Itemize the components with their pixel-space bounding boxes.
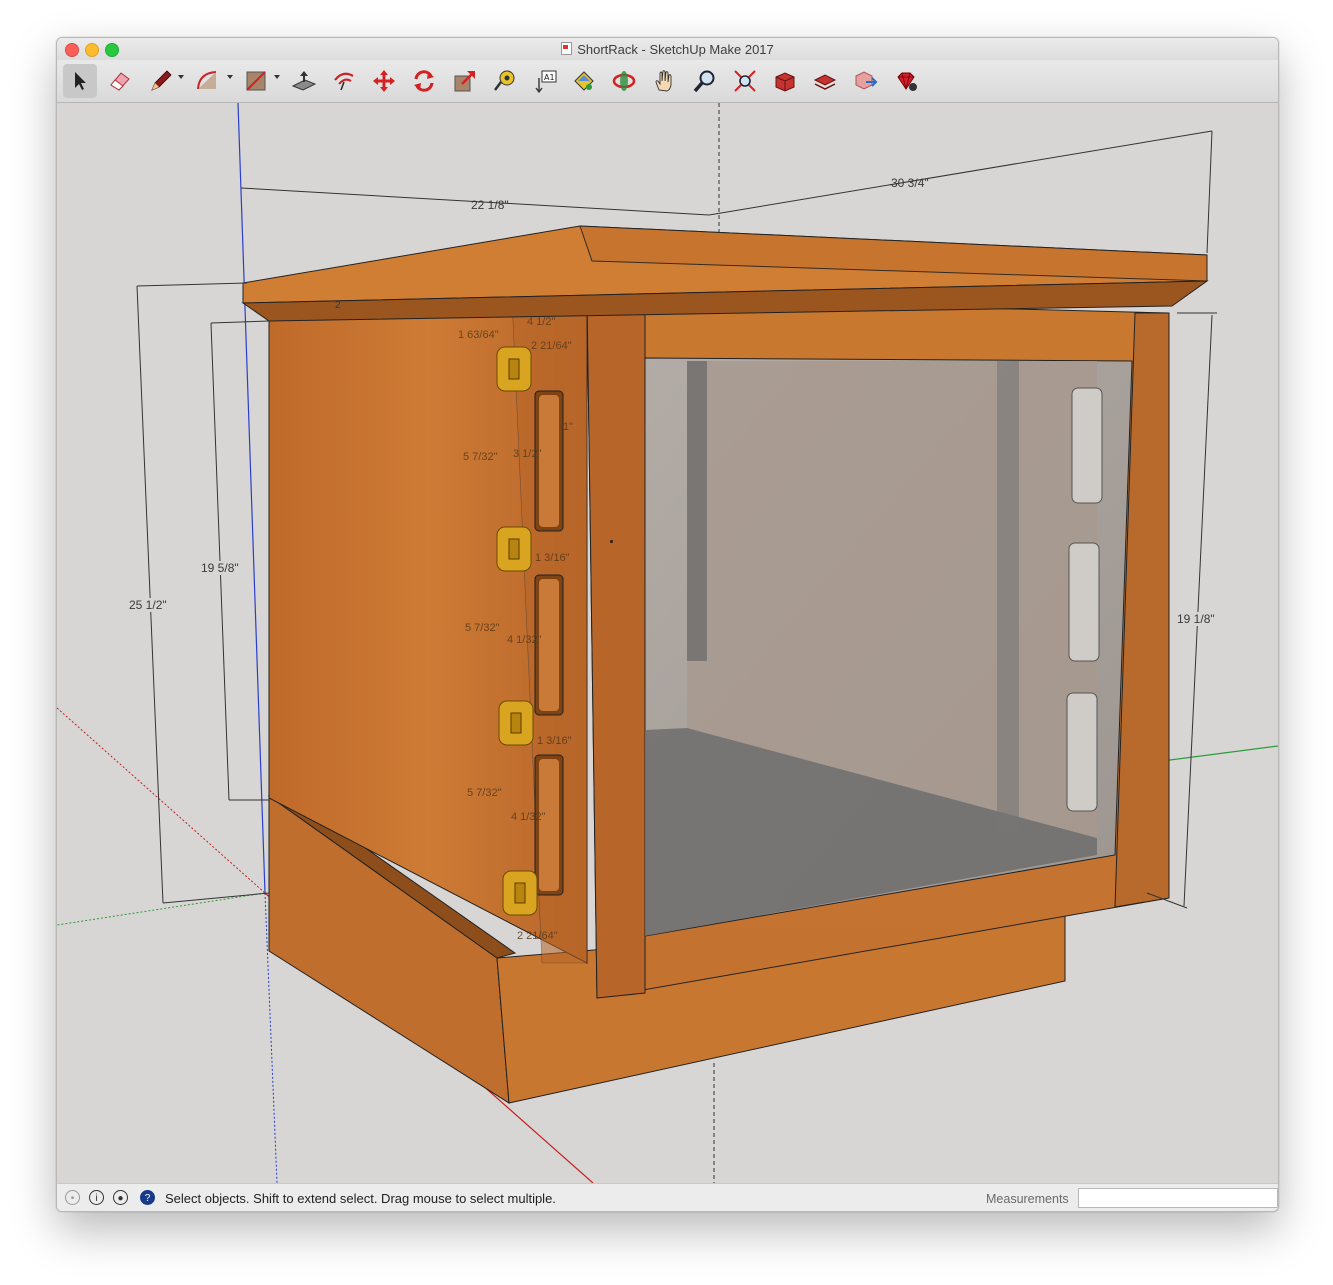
inner-dim-label: 1" (563, 421, 574, 433)
3d-warehouse-tool-button[interactable] (768, 64, 802, 98)
credits-icon[interactable]: i (89, 1190, 104, 1205)
user-account-icon[interactable]: ● (113, 1190, 128, 1205)
arc-tool-dropdown-caret[interactable] (227, 75, 233, 79)
ruby-gem-icon (897, 72, 917, 91)
paint-bucket-icon (574, 71, 594, 91)
rectangle-tool-dropdown-caret[interactable] (274, 75, 280, 79)
orbit-icon (612, 71, 636, 91)
arc-tool-button[interactable] (191, 64, 225, 98)
text-tool-button[interactable]: A1 (529, 64, 563, 98)
text-icon: A1 (535, 70, 557, 94)
status-message: Select objects. Shift to extend select. … (165, 1191, 556, 1206)
tape-measure-icon (494, 70, 515, 91)
inner-dim-label: 4 1/32" (511, 811, 546, 823)
large-tool-set-toolbar: A1 (57, 60, 1278, 103)
push-pull-tool-button[interactable] (287, 64, 321, 98)
scale-icon (454, 71, 475, 92)
measurements-label: Measurements (986, 1192, 1069, 1206)
rotate-tool-button[interactable] (407, 64, 441, 98)
inner-dim-label: 1 3/16" (535, 552, 570, 564)
warehouse-icon (775, 72, 795, 92)
sketchup-window: ShortRack - SketchUp Make 2017 A1 22 1/8… (56, 37, 1279, 1212)
inner-dim-label: 1 3/16" (537, 735, 572, 747)
dimension-total-height-label: 25 1/2" (128, 598, 168, 612)
scale-tool-button[interactable] (448, 64, 482, 98)
inner-dim-label: 5 7/32" (463, 451, 498, 463)
dimension-width-label: 30 3/4" (891, 176, 929, 190)
instructor-help-icon[interactable]: ? (140, 1190, 155, 1205)
pencil-icon (151, 70, 172, 91)
select-tool-button[interactable] (63, 64, 97, 98)
rectangle-tool-button[interactable] (239, 64, 273, 98)
geo-location-icon[interactable]: • (65, 1190, 80, 1205)
window-title: ShortRack - SketchUp Make 2017 (57, 42, 1278, 57)
move-tool-button[interactable] (367, 64, 401, 98)
pan-tool-button[interactable] (648, 64, 682, 98)
document-icon (561, 42, 573, 55)
offset-icon (334, 72, 354, 91)
inner-dim-label: 1 63/64" (458, 329, 499, 341)
paint-bucket-tool-button[interactable] (567, 64, 601, 98)
inner-dim-label: 5 7/32" (467, 787, 502, 799)
rotate-icon (414, 70, 434, 92)
push-pull-icon (291, 71, 317, 91)
dimension-front-height-label: 19 1/8" (1176, 612, 1216, 626)
arrow-icon (75, 72, 86, 90)
inner-dim-label: 3 1/2" (513, 448, 542, 460)
hand-icon (655, 70, 672, 92)
line-tool-button[interactable] (144, 64, 178, 98)
cursor-dot (610, 540, 613, 543)
zoom-extents-icon (734, 70, 756, 92)
zoom-tool-button[interactable] (688, 64, 722, 98)
line-tool-dropdown-caret[interactable] (178, 75, 184, 79)
inner-dim-label: 2 21/64" (531, 340, 572, 352)
share-model-tool-button[interactable] (849, 64, 883, 98)
rectangle-icon (246, 71, 266, 91)
model-viewport[interactable]: 22 1/8" 30 3/4" 25 1/2" 19 5/8" 19 1/8" … (57, 103, 1278, 1183)
offset-tool-button[interactable] (327, 64, 361, 98)
extension-manager-tool-button[interactable] (889, 64, 923, 98)
magnifier-icon (693, 70, 715, 93)
inner-dim-label: 4 1/32" (507, 634, 542, 646)
extension-warehouse-tool-button[interactable] (808, 64, 842, 98)
move-icon (373, 70, 395, 92)
tape-measure-tool-button[interactable] (488, 64, 522, 98)
dimension-side-height-label: 19 5/8" (200, 561, 240, 575)
measurements-input[interactable] (1078, 1188, 1278, 1208)
svg-text:A1: A1 (544, 73, 555, 82)
dimension-depth-label: 22 1/8" (471, 198, 509, 212)
inner-dim-label: 2 21/64" (517, 930, 558, 942)
inner-dim-label: 5 7/32" (465, 622, 500, 634)
inner-dim-label: 4 1/2" (527, 316, 556, 328)
share-model-icon (855, 71, 878, 90)
orbit-tool-button[interactable] (607, 64, 641, 98)
status-bar: • i ● ? Select objects. Shift to extend … (57, 1183, 1278, 1211)
model-scene[interactable] (57, 103, 1278, 1183)
eraser-icon (110, 72, 130, 91)
zoom-extents-tool-button[interactable] (728, 64, 762, 98)
extension-warehouse-icon (813, 74, 837, 90)
dimension-top-edge-label: 2 (335, 300, 341, 311)
title-bar: ShortRack - SketchUp Make 2017 (57, 38, 1278, 60)
arc-icon (197, 71, 217, 90)
eraser-tool-button[interactable] (103, 64, 137, 98)
